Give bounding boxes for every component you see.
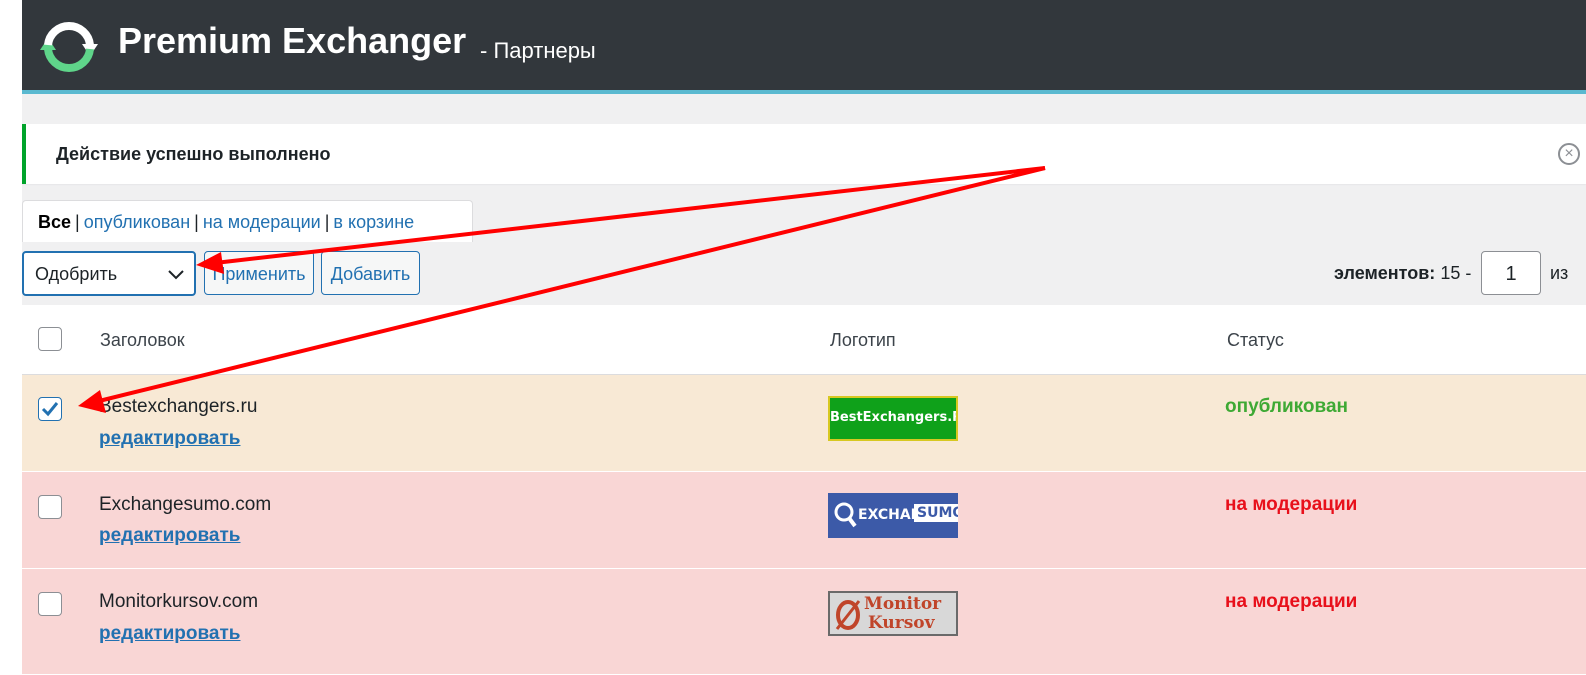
filter-separator: | — [75, 212, 80, 232]
row-title[interactable]: Bestexchangers.ru — [99, 396, 257, 418]
row-edit-link[interactable]: редактировать — [99, 428, 241, 450]
status-badge: опубликован — [1225, 396, 1348, 417]
filter-published[interactable]: опубликован — [84, 212, 190, 232]
status-filter-bar: Все | опубликован | на модерации | в корзине — [22, 200, 473, 242]
chevron-down-icon — [168, 270, 184, 280]
select-all-checkbox[interactable] — [38, 327, 62, 351]
column-title[interactable]: Заголовок — [100, 330, 185, 351]
row-checkbox[interactable] — [38, 592, 62, 616]
bulk-action-value: Одобрить — [35, 264, 118, 284]
filter-all[interactable]: Все — [38, 212, 71, 232]
row-edit-link[interactable]: редактировать — [99, 525, 241, 547]
filter-separator: | — [194, 212, 199, 232]
checkmark-icon — [41, 402, 59, 417]
row-checkbox-checked[interactable] — [38, 397, 62, 421]
app-header: Premium Exchanger - Партнеры — [22, 0, 1586, 94]
table-row: Exchangesumo.com редактировать EXCHANGE … — [22, 472, 1586, 569]
logo-text-badge: SUMO — [914, 504, 958, 522]
row-checkbox[interactable] — [38, 495, 62, 519]
apply-button[interactable]: Применить — [204, 251, 314, 295]
logo-text: Kursov — [868, 613, 935, 633]
page-number-input[interactable]: 1 — [1481, 251, 1541, 295]
items-count-label: элементов: — [1334, 263, 1436, 283]
logo-text: BestExchangers.Ru — [830, 410, 958, 425]
left-margin — [0, 0, 22, 675]
status-badge: на модерации — [1225, 494, 1358, 515]
table-row: Monitorkursov.com редактировать Monitor … — [22, 569, 1586, 675]
row-edit-link[interactable]: редактировать — [99, 623, 241, 645]
items-count-value: 15 - — [1440, 263, 1472, 283]
filter-moderation[interactable]: на модерации — [203, 212, 321, 232]
partners-table: Заголовок Логотип Статус Bestexchangers.… — [22, 305, 1586, 675]
row-title[interactable]: Exchangesumo.com — [99, 494, 271, 516]
partner-logo-image: BestExchangers.Ru — [828, 396, 958, 441]
close-circle-icon[interactable]: × — [1558, 143, 1580, 165]
partner-logo-image: Monitor Kursov — [828, 591, 958, 636]
items-count: элементов: 15 - — [1334, 263, 1471, 284]
page-of-label: из — [1550, 263, 1569, 283]
logo-text: Monitor — [864, 594, 942, 614]
subsubsub-filters: Все | опубликован | на модерации | в корзине — [38, 212, 414, 233]
page-subtitle: - Партнеры — [480, 38, 596, 63]
table-row: Bestexchangers.ru редактировать BestExch… — [22, 375, 1586, 472]
column-logo: Логотип — [830, 330, 896, 350]
success-notice: Действие успешно выполнено × — [22, 124, 1586, 184]
status-badge: на модерации — [1225, 591, 1358, 612]
partner-logo-image: EXCHANGE SUMO — [828, 493, 958, 538]
row-title[interactable]: Monitorkursov.com — [99, 591, 258, 613]
filter-separator: | — [324, 212, 330, 232]
app-title: Premium Exchanger — [118, 20, 467, 61]
table-header: Заголовок Логотип Статус — [22, 305, 1586, 375]
add-button[interactable]: Добавить — [321, 251, 420, 295]
notice-text: Действие успешно выполнено — [56, 144, 331, 164]
refresh-arrows-icon — [40, 21, 98, 73]
bulk-action-select[interactable]: Одобрить — [22, 251, 196, 296]
filter-trash[interactable]: в корзине — [333, 212, 414, 232]
column-status[interactable]: Статус — [1227, 330, 1284, 351]
magnifier-icon — [834, 502, 857, 528]
zero-slash-icon — [835, 600, 861, 630]
